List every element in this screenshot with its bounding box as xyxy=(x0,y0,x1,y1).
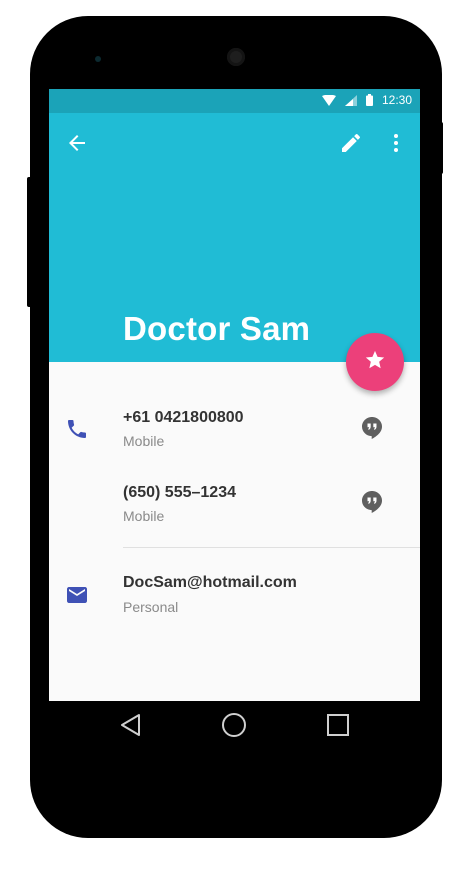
phone-icon xyxy=(65,417,89,446)
edit-pencil-icon[interactable] xyxy=(339,131,363,155)
favorite-button[interactable] xyxy=(346,333,404,391)
phone-type-2: Mobile xyxy=(123,508,165,524)
battery-icon xyxy=(365,94,373,106)
status-icons: 12:30 xyxy=(321,93,412,107)
more-vert-icon[interactable] xyxy=(384,131,408,155)
recents-square-icon[interactable] xyxy=(327,714,349,736)
back-arrow-icon[interactable] xyxy=(65,131,89,155)
signal-icon xyxy=(344,94,357,106)
phone-type-1: Mobile xyxy=(123,433,165,449)
phone-number-2[interactable]: (650) 555–1234 xyxy=(123,484,236,502)
phone-screen: 12:30 Doctor Sam +61 0421800800 Mobile (… xyxy=(49,89,420,701)
hangouts-icon[interactable] xyxy=(362,491,382,518)
email-type: Personal xyxy=(123,599,179,615)
contact-header: Doctor Sam xyxy=(49,113,420,362)
phone-number-1[interactable]: +61 0421800800 xyxy=(123,409,244,427)
contact-name: Doctor Sam xyxy=(123,310,311,347)
hangouts-icon[interactable] xyxy=(362,417,382,444)
front-camera xyxy=(227,48,245,66)
status-bar: 12:30 xyxy=(49,89,420,113)
email-address[interactable]: DocSam@hotmail.com xyxy=(123,574,297,592)
star-icon xyxy=(364,349,386,376)
wifi-icon xyxy=(321,94,336,106)
scene: 12:30 Doctor Sam +61 0421800800 Mobile (… xyxy=(0,0,470,876)
proximity-sensor xyxy=(95,56,101,62)
back-triangle-icon[interactable] xyxy=(119,713,143,737)
email-icon xyxy=(65,583,89,612)
home-circle-icon[interactable] xyxy=(221,712,247,738)
status-time: 12:30 xyxy=(381,93,412,107)
section-divider xyxy=(123,547,420,548)
